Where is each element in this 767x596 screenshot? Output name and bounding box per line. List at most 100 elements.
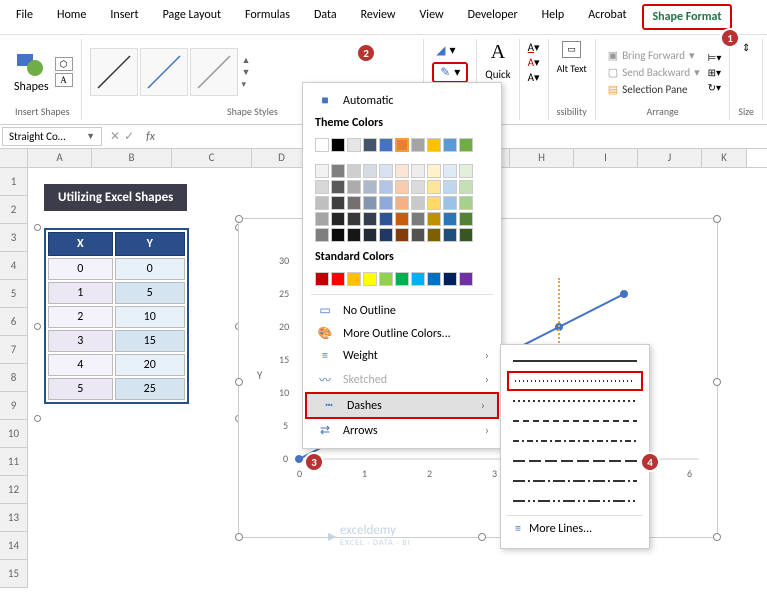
automatic-option[interactable]: ■ Automatic bbox=[303, 89, 501, 112]
align-button[interactable]: ⊨▾ bbox=[708, 51, 722, 64]
dash-long-dash[interactable] bbox=[507, 451, 643, 471]
color-swatch[interactable] bbox=[427, 138, 441, 152]
color-swatch[interactable] bbox=[443, 212, 457, 226]
color-swatch[interactable] bbox=[443, 180, 457, 194]
color-swatch[interactable] bbox=[363, 228, 377, 242]
color-swatch[interactable] bbox=[459, 212, 473, 226]
color-swatch[interactable] bbox=[347, 272, 361, 286]
color-swatch[interactable] bbox=[411, 138, 425, 152]
dash-dash-dot[interactable] bbox=[507, 431, 643, 451]
row-header[interactable]: 10 bbox=[0, 420, 28, 448]
table-cell[interactable]: 3 bbox=[48, 330, 113, 352]
color-swatch[interactable] bbox=[347, 138, 361, 152]
color-swatch[interactable] bbox=[379, 164, 393, 178]
color-swatch[interactable] bbox=[315, 228, 329, 242]
color-swatch[interactable] bbox=[459, 164, 473, 178]
color-swatch[interactable] bbox=[331, 180, 345, 194]
tab-data[interactable]: Data bbox=[306, 4, 345, 30]
select-all-corner[interactable] bbox=[0, 149, 28, 167]
color-swatch[interactable] bbox=[315, 180, 329, 194]
color-swatch[interactable] bbox=[443, 164, 457, 178]
color-swatch[interactable] bbox=[427, 180, 441, 194]
height-input[interactable]: ⇕ bbox=[742, 41, 750, 54]
tab-view[interactable]: View bbox=[412, 4, 452, 30]
table-cell[interactable]: 25 bbox=[115, 378, 185, 400]
color-swatch[interactable] bbox=[379, 180, 393, 194]
color-swatch[interactable] bbox=[411, 180, 425, 194]
row-header[interactable]: 15 bbox=[0, 560, 28, 588]
color-swatch[interactable] bbox=[427, 196, 441, 210]
color-swatch[interactable] bbox=[395, 272, 409, 286]
color-swatch[interactable] bbox=[363, 196, 377, 210]
tab-formulas[interactable]: Formulas bbox=[237, 4, 298, 30]
color-swatch[interactable] bbox=[331, 196, 345, 210]
gallery-more-icon[interactable]: ▾ bbox=[242, 79, 251, 90]
tab-insert[interactable]: Insert bbox=[102, 4, 146, 30]
color-swatch[interactable] bbox=[395, 212, 409, 226]
name-box[interactable]: Straight Co…▼ bbox=[2, 127, 102, 146]
table-cell[interactable]: 10 bbox=[115, 306, 185, 328]
color-swatch[interactable] bbox=[411, 196, 425, 210]
table-cell[interactable]: 20 bbox=[115, 354, 185, 376]
row-header[interactable]: 3 bbox=[0, 224, 28, 252]
color-swatch[interactable] bbox=[395, 138, 409, 152]
row-header[interactable]: 11 bbox=[0, 448, 28, 476]
color-swatch[interactable] bbox=[363, 180, 377, 194]
gallery-up-icon[interactable]: ▲ bbox=[242, 55, 251, 66]
col-header[interactable]: K bbox=[702, 149, 747, 167]
color-swatch[interactable] bbox=[427, 164, 441, 178]
row-header[interactable]: 13 bbox=[0, 504, 28, 532]
color-swatch[interactable] bbox=[395, 196, 409, 210]
dash-long-dash-dot-dot[interactable] bbox=[507, 491, 643, 511]
more-colors-option[interactable]: 🎨 More Outline Colors... bbox=[303, 322, 501, 345]
color-swatch[interactable] bbox=[459, 138, 473, 152]
col-header[interactable]: B bbox=[92, 149, 172, 167]
table-cell[interactable]: 5 bbox=[48, 378, 113, 400]
row-header[interactable]: 8 bbox=[0, 364, 28, 392]
arrows-option[interactable]: ⇄ Arrows› bbox=[303, 419, 501, 442]
tab-acrobat[interactable]: Acrobat bbox=[580, 4, 634, 30]
dash-square-dot[interactable] bbox=[507, 391, 643, 411]
color-swatch[interactable] bbox=[443, 272, 457, 286]
row-header[interactable]: 14 bbox=[0, 532, 28, 560]
color-swatch[interactable] bbox=[379, 212, 393, 226]
color-swatch[interactable] bbox=[315, 212, 329, 226]
table-cell[interactable]: 15 bbox=[115, 330, 185, 352]
color-swatch[interactable] bbox=[347, 180, 361, 194]
no-outline-option[interactable]: ▭ No Outline bbox=[303, 299, 501, 322]
dashes-option[interactable]: ┅ Dashes› bbox=[305, 392, 499, 419]
col-header[interactable]: I bbox=[574, 149, 638, 167]
color-swatch[interactable] bbox=[331, 138, 345, 152]
color-swatch[interactable] bbox=[459, 180, 473, 194]
color-swatch[interactable] bbox=[395, 228, 409, 242]
color-swatch[interactable] bbox=[363, 164, 377, 178]
color-swatch[interactable] bbox=[427, 228, 441, 242]
color-swatch[interactable] bbox=[363, 272, 377, 286]
text-box-icon[interactable]: A bbox=[55, 73, 73, 87]
gallery-down-icon[interactable]: ▼ bbox=[242, 67, 251, 78]
col-header[interactable]: J bbox=[638, 149, 702, 167]
color-swatch[interactable] bbox=[459, 228, 473, 242]
table-cell[interactable]: 1 bbox=[48, 282, 113, 304]
color-swatch[interactable] bbox=[331, 272, 345, 286]
tab-developer[interactable]: Developer bbox=[460, 4, 526, 30]
color-swatch[interactable] bbox=[379, 228, 393, 242]
wordart-icon[interactable]: A bbox=[491, 41, 505, 64]
text-outline-button[interactable]: A▾ bbox=[528, 56, 540, 69]
color-swatch[interactable] bbox=[363, 138, 377, 152]
text-effects-button[interactable]: A▾ bbox=[528, 71, 540, 84]
enter-icon[interactable]: ✓ bbox=[124, 129, 134, 144]
row-header[interactable]: 2 bbox=[0, 196, 28, 224]
send-backward-button[interactable]: ▢Send Backward▾ bbox=[604, 65, 704, 80]
color-swatch[interactable] bbox=[331, 164, 345, 178]
color-swatch[interactable] bbox=[379, 196, 393, 210]
row-header[interactable]: 1 bbox=[0, 168, 28, 196]
col-header[interactable]: A bbox=[28, 149, 92, 167]
shape-fill-button[interactable]: ◢▾ bbox=[432, 41, 459, 60]
color-swatch[interactable] bbox=[347, 196, 361, 210]
table-cell[interactable]: 0 bbox=[48, 258, 113, 280]
row-header[interactable]: 12 bbox=[0, 476, 28, 504]
color-swatch[interactable] bbox=[395, 164, 409, 178]
group-button[interactable]: ⊞▾ bbox=[708, 66, 722, 79]
weight-option[interactable]: ≡ Weight› bbox=[303, 345, 501, 367]
